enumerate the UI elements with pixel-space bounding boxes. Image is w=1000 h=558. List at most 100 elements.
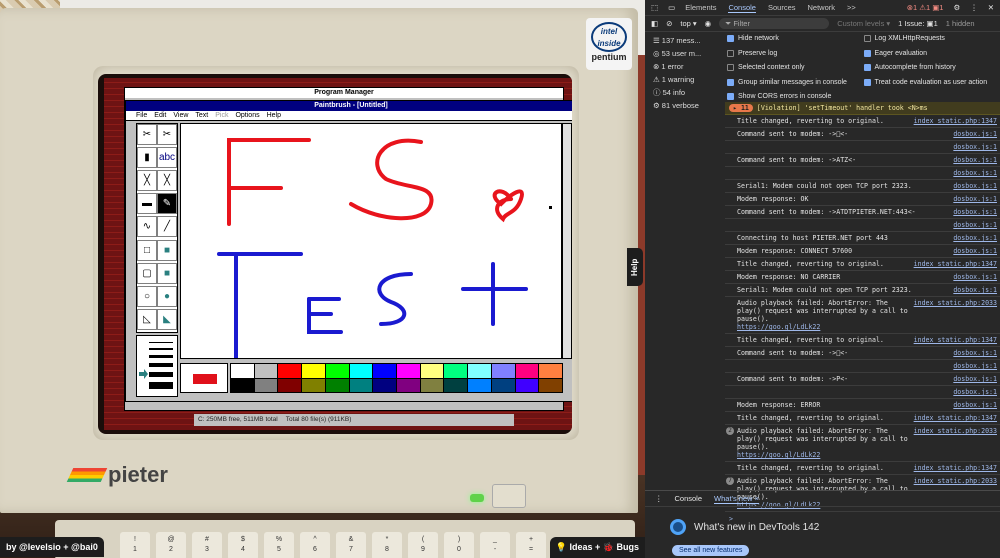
console-message[interactable]: Audio playback failed: AbortError: The p… [725, 297, 1000, 334]
console-message[interactable]: Serial1: Modem could not open TCP port 2… [725, 180, 1000, 193]
tool-airbrush-icon[interactable]: ▮ [137, 147, 157, 169]
palette-color-swatch[interactable] [396, 364, 420, 378]
drawer-tab-console[interactable]: Console [675, 494, 703, 503]
palette-color-swatch[interactable] [325, 364, 349, 378]
tool-filled-box-icon[interactable]: ■ [157, 239, 177, 261]
checkbox[interactable] [727, 49, 734, 57]
console-message[interactable]: Title changed, reverting to original. ind… [725, 412, 1000, 425]
key-6[interactable]: ^ 6 [300, 532, 330, 558]
console-message[interactable]: Modem response: NO CARRIER dosbox.js:1 [725, 271, 1000, 284]
tool-scissors-pick-icon[interactable]: ✂ [137, 124, 157, 145]
palette-color-swatch[interactable] [420, 364, 444, 378]
console-message[interactable]: Command sent to modem: ->P<- dosbox.js:1 [725, 373, 1000, 386]
source-link[interactable]: dosbox.js:1 [953, 130, 997, 138]
setting-checkbox[interactable]: Group similar messages in console [727, 76, 864, 90]
key-2[interactable]: @2 [156, 532, 186, 558]
palette-color-swatch[interactable] [420, 378, 444, 392]
checkbox[interactable] [863, 49, 871, 57]
setting-checkbox[interactable]: Hide network [727, 32, 864, 46]
sidebar-filter-item[interactable]: ◎ 53 user m... [645, 47, 725, 60]
source-link[interactable]: dosbox.js:1 [953, 156, 997, 164]
source-link[interactable]: dosbox.js:1 [953, 286, 997, 294]
sidebar-filter-item[interactable]: ☰ 137 mess... [645, 34, 725, 47]
menu-text[interactable]: Text [195, 111, 208, 120]
source-link[interactable]: index_static.php:2033 [914, 427, 997, 459]
key--[interactable]: _ - [480, 532, 510, 558]
console-message[interactable]: dosbox.js:1 [725, 141, 1000, 154]
see-all-features-button[interactable]: See all new features [672, 545, 750, 556]
palette-color-swatch[interactable] [278, 364, 302, 378]
message-link[interactable]: https://goo.gl/LdLk22 [737, 323, 820, 331]
checkbox[interactable] [727, 93, 734, 101]
key-1[interactable]: ! 1 [120, 532, 150, 558]
source-link[interactable]: index_static.php:1347 [914, 414, 997, 422]
checkbox[interactable] [863, 35, 871, 43]
palette-color-swatch[interactable] [254, 364, 278, 378]
console-message[interactable]: Command sent to modem: -> <- dosbox.js:1 [725, 347, 1000, 360]
palette-color-swatch[interactable] [254, 378, 278, 392]
paintbrush-title[interactable]: Paintbrush - [Untitled] [126, 101, 572, 111]
credit-link[interactable]: by @levelsio + @bai0 [0, 537, 104, 557]
console-message[interactable]: Connecting to host PIETER.NET port 443 do… [725, 232, 1000, 245]
palette-color-swatch[interactable] [491, 364, 515, 378]
tool-line-icon[interactable]: ╱ [157, 216, 177, 238]
menu-edit[interactable]: Edit [154, 111, 166, 120]
setting-checkbox[interactable]: Selected context only [727, 61, 864, 75]
console-message[interactable]: Command sent to modem: ->ATDTPIETER.NET:… [725, 206, 1000, 219]
source-link[interactable]: dosbox.js:1 [953, 401, 997, 409]
source-link[interactable]: dosbox.js:1 [953, 221, 997, 229]
console-message[interactable]: dosbox.js:1 [725, 219, 1000, 232]
key-4[interactable]: $4 [228, 532, 258, 558]
palette-color-swatch[interactable] [515, 364, 539, 378]
tool-rounded-box-icon[interactable]: ▢ [137, 262, 157, 284]
setting-checkbox[interactable]: Eager evaluation [863, 47, 1000, 61]
source-link[interactable]: index_static.php:2033 [914, 299, 997, 331]
console-message[interactable]: Modem response: ERROR dosbox.js:1 [725, 399, 1000, 412]
tool-circle-icon[interactable]: ○ [137, 285, 157, 307]
issues-link[interactable]: 1 Issue: ▣1 [898, 19, 938, 28]
palette-color-swatch[interactable] [373, 364, 396, 378]
console-message[interactable]: 2 Audio playback failed: AbortError: The … [725, 425, 1000, 462]
source-link[interactable]: index_static.php:1347 [914, 464, 997, 472]
palette-color-swatch[interactable] [373, 378, 396, 392]
console-message[interactable]: Modem response: CONNECT 57600 dosbox.js:1 [725, 245, 1000, 258]
palette-color-swatch[interactable] [491, 378, 515, 392]
console-message[interactable]: Command sent to modem: -> <- dosbox.js:1 [725, 128, 1000, 141]
palette-color-swatch[interactable] [302, 364, 325, 378]
source-link[interactable]: dosbox.js:1 [953, 195, 997, 203]
source-link[interactable]: dosbox.js:1 [953, 375, 997, 383]
tool-abc-icon[interactable]: abc [157, 147, 177, 169]
drawer-tab-whats-new[interactable]: What's new × [714, 494, 760, 504]
palette-color-swatch[interactable] [539, 364, 562, 378]
setting-checkbox[interactable]: Treat code evaluation as user action [863, 76, 1000, 90]
console-message[interactable]: Modem response: OK dosbox.js:1 [725, 193, 1000, 206]
inspect-icon[interactable]: ⬚ [651, 3, 658, 12]
key-7[interactable]: & 7 [336, 532, 366, 558]
sidebar-toggle-icon[interactable]: ◧ [651, 19, 658, 28]
key-9[interactable]: (9 [408, 532, 438, 558]
tool-filled-rounded-box-icon[interactable]: ■ [157, 262, 177, 284]
palette-color-swatch[interactable] [349, 364, 373, 378]
tool-color-eraser-icon[interactable]: ╳ [137, 170, 157, 192]
source-link[interactable]: dosbox.js:1 [953, 362, 997, 370]
console-message[interactable]: Title changed, reverting to original. ind… [725, 462, 1000, 475]
key-5[interactable]: % 5 [264, 532, 294, 558]
palette-color-swatch[interactable] [325, 378, 349, 392]
console-message[interactable]: Serial1: Modem could not open TCP port 2… [725, 284, 1000, 297]
source-link[interactable]: dosbox.js:1 [953, 182, 997, 190]
key-=[interactable]: + = [516, 532, 546, 558]
tab-sources[interactable]: Sources [768, 3, 796, 13]
palette-color-swatch[interactable] [515, 378, 539, 392]
setting-checkbox[interactable]: Preserve log [727, 47, 864, 61]
menu-view[interactable]: View [173, 111, 188, 120]
paintbrush-window[interactable]: Paintbrush - [Untitled] File Edit View Text… [125, 100, 572, 402]
sidebar-filter-item[interactable]: ⚠ 1 warning [645, 73, 725, 86]
tool-filled-polygon-icon[interactable]: ◣ [157, 308, 177, 330]
device-toolbar-icon[interactable]: ▭ [668, 3, 675, 12]
palette-color-swatch[interactable] [468, 364, 491, 378]
palette-color-swatch[interactable] [539, 378, 562, 392]
palette-color-swatch[interactable] [278, 378, 302, 392]
tab-network[interactable]: Network [808, 3, 836, 13]
source-link[interactable]: dosbox.js:1 [953, 208, 997, 216]
source-link[interactable]: dosbox.js:1 [953, 388, 997, 396]
